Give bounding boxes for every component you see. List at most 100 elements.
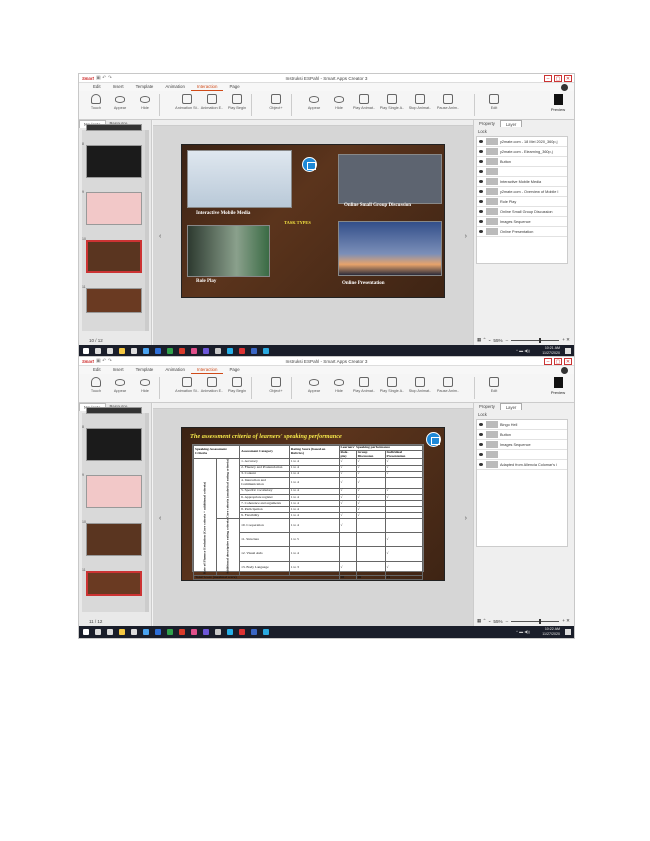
ribbon-button-8[interactable]: Hide [326, 94, 352, 110]
layer-item[interactable] [477, 167, 567, 177]
notification-icon[interactable] [565, 629, 571, 635]
tab-layer[interactable]: Layer [499, 120, 523, 127]
media-group-discussion-video[interactable] [338, 154, 442, 204]
media-online-presentation-image[interactable] [338, 221, 442, 276]
visibility-eye-icon[interactable] [479, 230, 483, 233]
taskbar-app-icon[interactable] [251, 629, 257, 635]
thumbnail-scrollbar[interactable] [145, 130, 149, 331]
ribbon-button-7[interactable]: Appear [301, 377, 327, 393]
taskbar-app-icon[interactable] [155, 629, 161, 635]
slide-thumbnail[interactable] [86, 240, 142, 273]
menu-item-page[interactable]: Page [223, 83, 245, 91]
ribbon-button-3[interactable]: Animation St.. [174, 94, 200, 110]
layer-item[interactable]: y2mate.com - 18 Mei 2020_360p.j [477, 137, 567, 147]
layer-item[interactable]: Button [477, 157, 567, 167]
taskbar-app-icon[interactable] [167, 348, 173, 354]
taskbar-app-icon[interactable] [191, 629, 197, 635]
preview-button[interactable]: Preview [548, 377, 568, 395]
slide-thumbnail[interactable] [86, 192, 142, 225]
next-slide-icon[interactable]: › [465, 515, 467, 522]
slide-thumbnail[interactable] [86, 145, 142, 178]
ribbon-button-7[interactable]: Appear [301, 94, 327, 110]
layer-controls[interactable]: ▦ ⌃ ⌄ [477, 618, 492, 624]
layer-item[interactable]: Bingo Hell [477, 420, 567, 430]
taskbar-app-icon[interactable] [107, 348, 113, 354]
taskbar-app-icon[interactable] [179, 348, 185, 354]
menu-item-animation[interactable]: Animation [159, 366, 191, 374]
close-icon[interactable]: ✕ [564, 358, 572, 365]
menu-item-template[interactable]: Template [130, 366, 160, 374]
taskbar-app-icon[interactable] [263, 348, 269, 354]
minimize-icon[interactable]: – [544, 75, 552, 82]
maximize-icon[interactable]: ▢ [554, 75, 562, 82]
taskbar-app-icon[interactable] [251, 348, 257, 354]
taskbar-app-icon[interactable] [131, 629, 137, 635]
slide-thumbnail[interactable] [86, 124, 142, 131]
taskbar-app-icon[interactable] [167, 629, 173, 635]
ribbon-button-10[interactable]: Play Single A.. [379, 377, 405, 393]
menu-item-insert[interactable]: Insert [107, 366, 130, 374]
layer-item[interactable]: Adapted from Allencia Colomar's i [477, 460, 567, 470]
tab-layer[interactable]: Layer [499, 403, 523, 410]
layer-item[interactable]: Role Play [477, 197, 567, 207]
taskbar-app-icon[interactable] [143, 629, 149, 635]
taskbar-app-icon[interactable] [227, 348, 233, 354]
layer-item[interactable]: Interactive Mobile Media [477, 177, 567, 187]
visibility-eye-icon[interactable] [479, 150, 483, 153]
close-icon[interactable]: ✕ [564, 75, 572, 82]
taskbar-app-icon[interactable] [119, 348, 125, 354]
help-icon[interactable] [561, 367, 568, 374]
minimize-icon[interactable]: – [544, 358, 552, 365]
taskbar-app-icon[interactable] [95, 348, 101, 354]
maximize-icon[interactable]: ▢ [554, 358, 562, 365]
layer-controls[interactable]: ▦ ⌃ ⌄ [477, 337, 492, 343]
prev-slide-icon[interactable]: ‹ [159, 515, 161, 522]
lock-label[interactable]: Lock [478, 412, 487, 417]
ribbon-button-2[interactable]: Hide [132, 377, 158, 393]
taskbar-app-icon[interactable] [155, 348, 161, 354]
ribbon-button-4[interactable]: Animation E.. [199, 94, 225, 110]
taskbar-app-icon[interactable] [143, 348, 149, 354]
visibility-eye-icon[interactable] [479, 200, 483, 203]
notification-icon[interactable] [565, 348, 571, 354]
ribbon-button-5[interactable]: Play Begin [224, 377, 250, 393]
home-icon[interactable] [426, 432, 441, 447]
next-slide-icon[interactable]: › [465, 233, 467, 240]
visibility-eye-icon[interactable] [479, 463, 483, 466]
taskbar-app-icon[interactable] [215, 348, 221, 354]
tab-property[interactable]: Property [474, 120, 500, 127]
visibility-eye-icon[interactable] [479, 423, 483, 426]
ribbon-button-0[interactable]: Touch [83, 94, 109, 110]
layer-item[interactable]: Online Small Group Discussion [477, 207, 567, 217]
tab-property[interactable]: Property [474, 403, 500, 410]
taskbar-app-icon[interactable] [83, 348, 89, 354]
ribbon-button-0[interactable]: Touch [83, 377, 109, 393]
taskbar-app-icon[interactable] [227, 629, 233, 635]
taskbar-app-icon[interactable] [203, 348, 209, 354]
visibility-eye-icon[interactable] [479, 140, 483, 143]
taskbar-app-icon[interactable] [215, 629, 221, 635]
slide-thumbnail[interactable] [86, 288, 142, 313]
prev-slide-icon[interactable]: ‹ [159, 233, 161, 240]
ribbon-button-1[interactable]: Appear [107, 94, 133, 110]
layer-item[interactable]: Images Sequence [477, 440, 567, 450]
ribbon-button-11[interactable]: Stop Animat.. [407, 377, 433, 393]
taskbar-app-icon[interactable] [239, 348, 245, 354]
menu-item-interaction[interactable]: Interaction [190, 366, 224, 374]
slide-thumbnail[interactable] [86, 428, 142, 461]
visibility-eye-icon[interactable] [479, 180, 483, 183]
menu-item-page[interactable]: Page [223, 366, 245, 374]
ribbon-button-6[interactable]: Object+ [263, 377, 289, 393]
preview-button[interactable]: Preview [548, 94, 568, 112]
ribbon-button-4[interactable]: Animation E.. [199, 377, 225, 393]
visibility-eye-icon[interactable] [479, 433, 483, 436]
layer-item[interactable]: Button [477, 430, 567, 440]
menu-item-edit[interactable]: Edit [87, 366, 107, 374]
layer-item[interactable]: y2mate.com - Overview of Mobile I [477, 187, 567, 197]
zoom-slider[interactable] [511, 618, 560, 624]
media-elearning-video[interactable] [187, 150, 292, 208]
menu-item-template[interactable]: Template [130, 83, 160, 91]
menu-item-animation[interactable]: Animation [159, 83, 191, 91]
ribbon-button-13[interactable]: Edit [481, 377, 507, 393]
home-icon[interactable] [302, 157, 317, 172]
